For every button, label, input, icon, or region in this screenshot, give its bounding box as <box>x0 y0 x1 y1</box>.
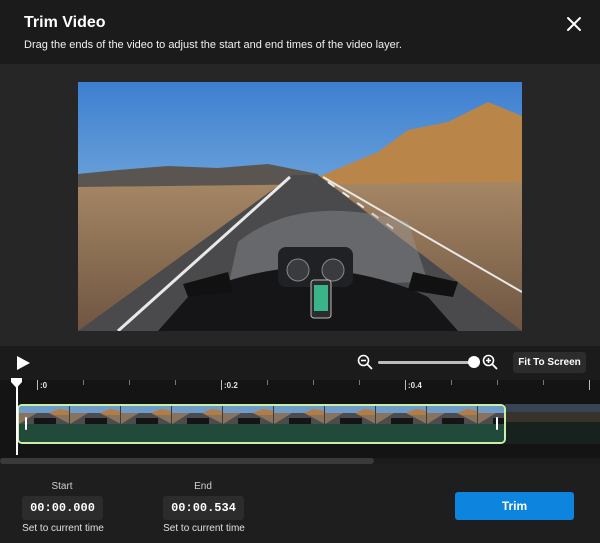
play-icon <box>17 356 30 370</box>
ruler-tick <box>359 380 360 385</box>
zoom-slider-thumb[interactable] <box>468 356 480 368</box>
timeline-ruler: :0 :0.2 :0.4 <box>0 380 600 396</box>
video-preview-area <box>0 64 600 346</box>
ruler-tick-label: :0.4 <box>408 381 422 390</box>
zoom-slider-track[interactable] <box>378 361 474 364</box>
ruler-tick-label: :0.2 <box>224 381 238 390</box>
clip-thumbnails <box>19 406 504 424</box>
start-set-current-time-link[interactable]: Set to current time <box>10 523 116 534</box>
ruler-tick <box>313 380 314 385</box>
untrimmed-video-strip <box>505 404 600 444</box>
ruler-tick <box>589 380 590 390</box>
close-button[interactable] <box>562 12 586 36</box>
ruler-tick-label: :0 <box>40 381 48 390</box>
end-label: End <box>194 481 212 492</box>
dialog-header: Trim Video Drag the ends of the video to… <box>0 0 600 64</box>
ruler-tick <box>83 380 84 385</box>
dialog-subtitle: Drag the ends of the video to adjust the… <box>24 39 402 51</box>
ruler-tick <box>221 380 222 390</box>
ruler-tick <box>37 380 38 390</box>
play-button[interactable] <box>14 354 32 372</box>
start-label: Start <box>51 481 73 492</box>
ruler-tick <box>405 380 406 390</box>
ruler-tick <box>451 380 452 385</box>
trim-end-handle[interactable] <box>496 417 498 430</box>
zoom-out-button[interactable] <box>357 354 373 370</box>
trim-start-handle[interactable] <box>25 417 27 430</box>
ruler-tick <box>175 380 176 385</box>
ruler-tick <box>543 380 544 385</box>
zoom-out-icon <box>357 354 373 370</box>
start-time-field[interactable]: 00:00.000 <box>22 496 103 520</box>
fit-to-screen-button[interactable]: Fit To Screen <box>513 352 586 373</box>
video-preview <box>78 82 522 331</box>
timeline: :0 :0.2 :0.4 <box>0 378 600 458</box>
trim-video-dialog: Trim Video Drag the ends of the video to… <box>0 0 600 543</box>
dialog-footer: Start 00:00.000 Set to current time End … <box>0 464 600 543</box>
end-time-field[interactable]: 00:00.534 <box>163 496 244 520</box>
end-set-current-time-link[interactable]: Set to current time <box>151 523 257 534</box>
playhead[interactable] <box>16 380 18 455</box>
zoom-in-icon <box>482 354 498 370</box>
zoom-in-button[interactable] <box>482 354 498 370</box>
close-icon <box>567 17 581 31</box>
playback-controls: Fit To Screen <box>0 346 600 380</box>
video-clip[interactable] <box>17 404 506 444</box>
trim-button[interactable]: Trim <box>455 492 574 520</box>
dialog-title: Trim Video <box>24 14 106 31</box>
ruler-tick <box>497 380 498 385</box>
playhead-marker-icon[interactable] <box>10 378 23 388</box>
ruler-tick <box>267 380 268 385</box>
clip-track <box>19 424 504 442</box>
ruler-tick <box>129 380 130 385</box>
